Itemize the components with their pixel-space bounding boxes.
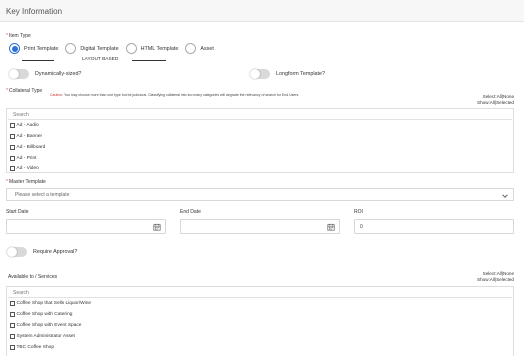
layout-group-underline-right: [132, 60, 166, 61]
services-select-controls: Select:All|None Show:All|Selected: [477, 271, 514, 282]
section-header: Key Information: [0, 0, 524, 22]
services-label: Available to / Services: [8, 274, 58, 280]
radio-digital-template[interactable]: Digital Template: [65, 43, 119, 54]
checkbox-icon[interactable]: [10, 301, 15, 306]
list-item[interactable]: Coffee Shop that Sells Liquor/Wine: [10, 301, 91, 306]
require-approval-label: Require Approval?: [33, 249, 78, 255]
checkbox-icon[interactable]: [10, 134, 15, 139]
calendar-icon[interactable]: [153, 223, 161, 231]
list-item[interactable]: Ad - Video: [10, 166, 39, 171]
radio-unselected-icon[interactable]: [65, 43, 77, 54]
checkbox-icon[interactable]: [10, 312, 15, 317]
item-type-radio-group: Print Template Digital Template HTML Tem…: [9, 43, 221, 54]
start-date-input[interactable]: [6, 219, 166, 234]
dynamically-sized-toggle[interactable]: [9, 69, 29, 79]
end-date-input[interactable]: [180, 219, 340, 234]
services-search-input[interactable]: [8, 288, 512, 298]
radio-unselected-icon[interactable]: [185, 43, 197, 54]
start-date-label: Start Date: [6, 209, 29, 215]
require-approval-toggle[interactable]: [7, 247, 27, 257]
select-none-link[interactable]: None: [503, 271, 514, 276]
roi-label: ROI: [354, 209, 363, 215]
list-item[interactable]: Ad - Audio: [10, 123, 39, 128]
show-selected-link[interactable]: Selected: [496, 100, 514, 105]
radio-print-template[interactable]: Print Template: [9, 43, 58, 54]
radio-asset[interactable]: Asset: [185, 43, 214, 54]
layout-group-underline-left: [22, 60, 54, 61]
checkbox-icon[interactable]: [10, 166, 15, 171]
longform-label: Longform Template?: [276, 71, 326, 77]
longform-toggle[interactable]: [250, 69, 270, 79]
collateral-search-input[interactable]: [8, 110, 512, 120]
list-item[interactable]: Ad - Print: [10, 156, 37, 161]
layout-based-label: LAYOUT BASED: [82, 57, 119, 62]
checkbox-icon[interactable]: [10, 156, 15, 161]
checkbox-icon[interactable]: [10, 145, 15, 150]
show-selected-link[interactable]: Selected: [496, 277, 514, 282]
select-none-link[interactable]: None: [503, 94, 514, 99]
end-date-label: End Date: [180, 209, 201, 215]
list-item[interactable]: System Administrator Asset: [10, 334, 75, 339]
list-item[interactable]: TBC Coffee Shop: [10, 345, 54, 350]
list-item[interactable]: Ad - Billboard: [10, 145, 45, 150]
required-marker: *: [6, 179, 8, 185]
dynamically-sized-label: Dynamically-sized?: [35, 71, 82, 77]
checkbox-icon[interactable]: [10, 345, 15, 350]
services-list: Coffee Shop that Sells Liquor/Wine Coffe…: [6, 286, 514, 356]
collateral-select-controls: Select:All|None Show:All|Selected: [477, 94, 514, 105]
page-title: Key Information: [6, 7, 63, 16]
calendar-icon[interactable]: [327, 223, 335, 231]
list-item[interactable]: Coffee Shop with Catering: [10, 312, 72, 317]
radio-html-template[interactable]: HTML Template: [125, 43, 178, 54]
checkbox-icon[interactable]: [10, 323, 15, 328]
radio-unselected-icon[interactable]: [125, 43, 137, 54]
collateral-type-list: Ad - Audio Ad - Banner Ad - Billboard Ad…: [6, 108, 514, 173]
checkbox-icon[interactable]: [10, 334, 15, 339]
item-type-label: *Item Type: [6, 33, 31, 39]
required-marker: *: [6, 33, 8, 39]
radio-selected-icon[interactable]: [9, 43, 20, 54]
chevron-down-icon: [502, 193, 508, 198]
collateral-caution-note: Caution: You may choose more than one ty…: [50, 93, 300, 97]
list-item[interactable]: Coffee Shop with Event Space: [10, 323, 81, 328]
roi-input[interactable]: 0: [354, 219, 514, 234]
master-template-select[interactable]: Please select a template: [6, 188, 514, 201]
checkbox-icon[interactable]: [10, 123, 15, 128]
collateral-type-label: *Collateral Type: [6, 88, 43, 94]
list-item[interactable]: Ad - Banner: [10, 134, 42, 139]
required-marker: *: [6, 88, 8, 94]
master-template-label: *Master Template: [6, 179, 46, 185]
